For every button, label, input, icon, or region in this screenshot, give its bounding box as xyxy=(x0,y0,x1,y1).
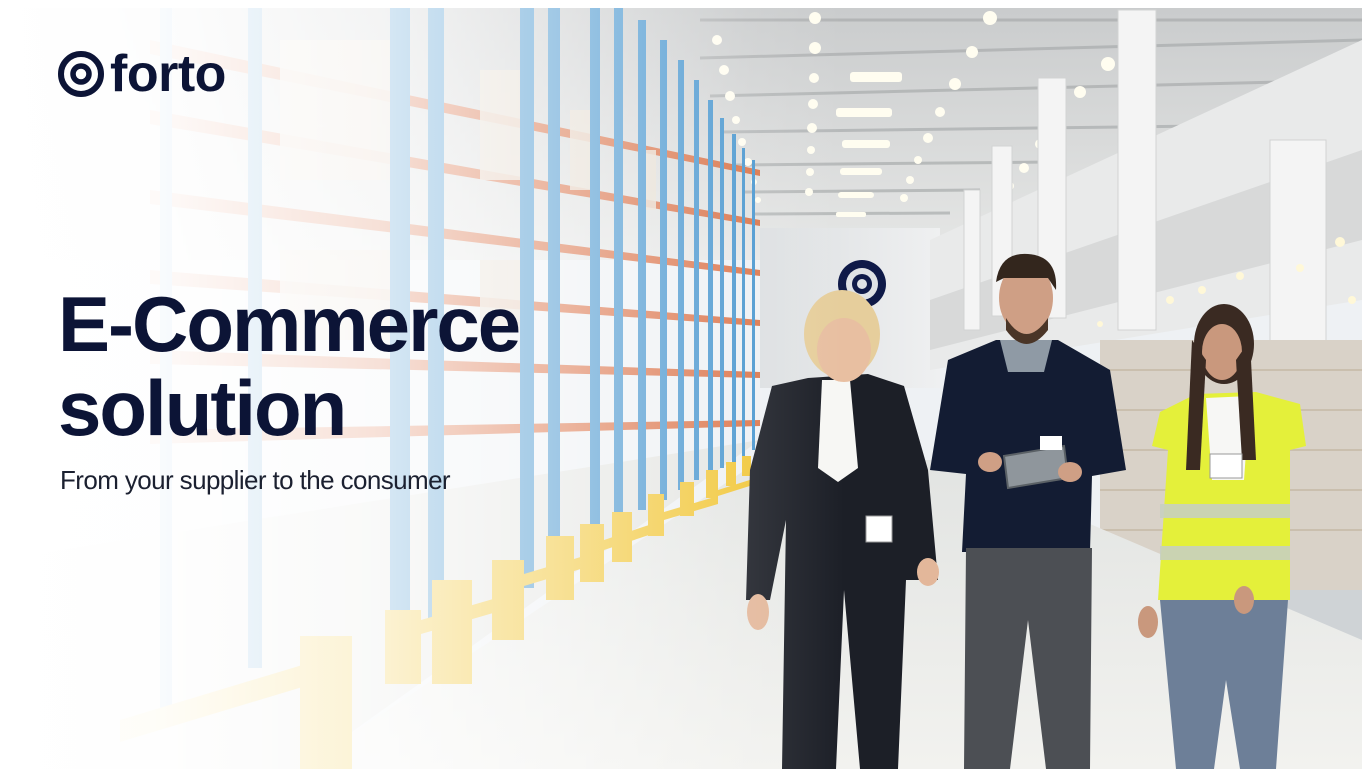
forto-ring-icon xyxy=(58,51,104,97)
headline-line-2: solution xyxy=(58,364,347,452)
top-border xyxy=(0,0,1362,8)
hero-slide: forto E-Commerce solution From your supp… xyxy=(0,0,1362,769)
page-title: E-Commerce solution xyxy=(58,280,521,452)
headline-line-1: E-Commerce xyxy=(58,280,521,368)
logo-wordmark: forto xyxy=(110,45,226,103)
forto-logo: forto xyxy=(58,48,226,100)
subtitle: From your supplier to the consumer xyxy=(60,465,451,495)
